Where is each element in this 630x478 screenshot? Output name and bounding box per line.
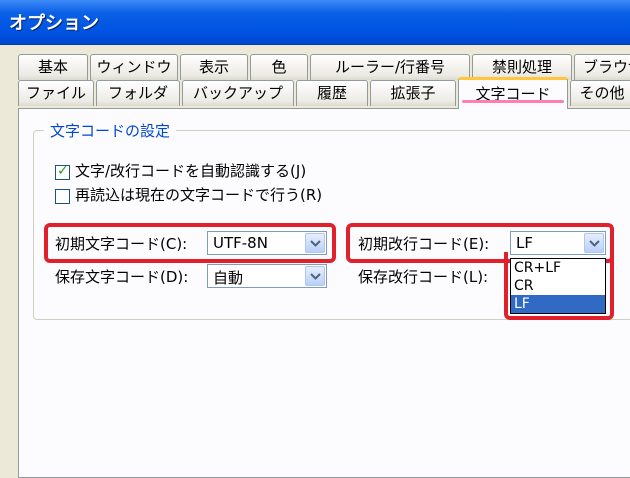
tab-charset[interactable]: 文字コード: [458, 77, 568, 109]
tab-display[interactable]: 表示: [180, 54, 248, 80]
save-charset-value: 自動: [213, 269, 244, 287]
tab-extension[interactable]: 拡張子: [370, 80, 456, 106]
reload-label: 再読込は現在の文字コードで行う(R): [75, 186, 323, 204]
tab-window[interactable]: ウィンドウ: [90, 54, 178, 80]
initial-charset-highlight: [44, 223, 336, 263]
tab-history[interactable]: 履歴: [296, 80, 368, 106]
save-newline-label: 保存改行コード(L):: [358, 268, 489, 286]
auto-detect-label: 文字/改行コードを自動認識する(J): [75, 162, 307, 180]
newline-option-crlf[interactable]: CR+LF: [511, 259, 605, 277]
tab-browser[interactable]: ブラウザ: [574, 54, 630, 80]
tab-file[interactable]: ファイル: [18, 80, 94, 106]
auto-detect-checkbox[interactable]: ✓: [55, 163, 70, 180]
tab-ruler-line-numbers[interactable]: ルーラー/行番号: [310, 54, 470, 80]
check-icon: ✓: [57, 163, 69, 179]
chevron-down-icon[interactable]: [305, 266, 325, 286]
save-charset-label: 保存文字コード(D):: [55, 268, 189, 286]
active-tab-underline: [462, 100, 564, 103]
reload-checkbox[interactable]: [55, 189, 70, 204]
newline-dropdown-list: CR+LF CR LF: [510, 258, 606, 314]
tab-backup[interactable]: バックアップ: [182, 80, 294, 106]
group-title: 文字コードの設定: [44, 120, 177, 141]
tab-basic[interactable]: 基本: [18, 54, 88, 80]
save-charset-select[interactable]: 自動: [207, 264, 327, 288]
title-bar: オプション: [0, 0, 630, 45]
tab-folder[interactable]: フォルダ: [96, 80, 180, 106]
newline-option-cr[interactable]: CR: [511, 277, 605, 295]
window-title: オプション: [9, 13, 99, 34]
tab-color[interactable]: 色: [250, 54, 308, 80]
tab-other[interactable]: その他: [570, 80, 630, 106]
newline-option-lf[interactable]: LF: [511, 295, 605, 313]
